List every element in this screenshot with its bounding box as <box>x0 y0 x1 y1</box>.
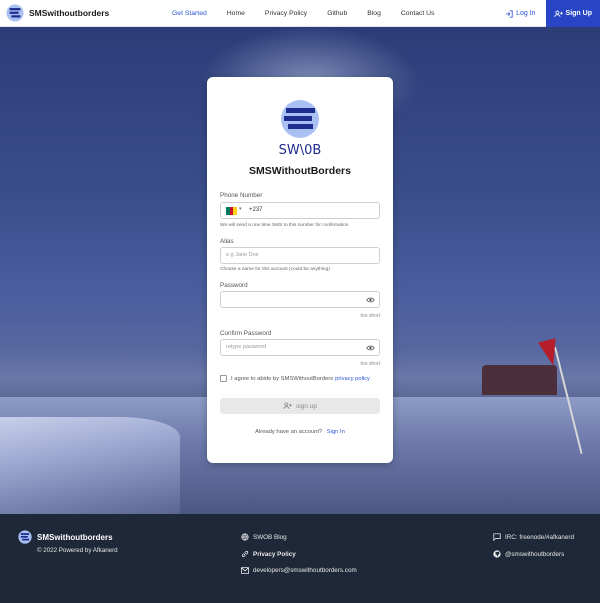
swob-logo-icon <box>6 4 24 22</box>
alias-helper: Choose a name for this account (could be… <box>220 267 330 272</box>
github-icon <box>493 550 501 558</box>
login-prompt-text: Already have an account? <box>255 429 323 435</box>
nav-links: Get Started Home Privacy Policy Github B… <box>172 10 454 17</box>
confirm-password-input[interactable]: retype password <box>220 339 380 356</box>
logo-text: SW\0B <box>279 143 322 156</box>
chat-icon <box>493 533 501 541</box>
login-button[interactable]: Log In <box>505 9 536 18</box>
brand-name: SMSwithoutborders <box>29 8 110 18</box>
footer-link-irc-label: IRC: freenode/#afkanerd <box>505 533 574 541</box>
footer-link-email-label: developers@smswithoutborders.com <box>253 567 357 574</box>
login-icon <box>505 9 513 18</box>
footer-link-irc[interactable]: IRC: freenode/#afkanerd <box>493 533 574 541</box>
footer-link-email[interactable]: developers@smswithoutborders.com <box>241 567 357 574</box>
dial-code: +237 <box>249 207 263 213</box>
nav-link-home[interactable]: Home <box>227 10 245 17</box>
alias-placeholder: e.g Jane Doe <box>226 252 259 258</box>
signup-submit-label: sign up <box>296 402 317 410</box>
password-strength: too short <box>360 313 380 319</box>
nav-link-github[interactable]: Github <box>327 10 347 17</box>
phone-label: Phone Number <box>220 192 263 199</box>
signup-nav-label: Sign Up <box>565 10 592 17</box>
eye-icon[interactable] <box>366 344 375 352</box>
terms-row: I agree to abide by SMSWithoutBorders pr… <box>220 375 370 382</box>
login-prompt: Already have an account? Sign In <box>207 429 393 435</box>
footer-copyright: © 2022 Powered by Afkanerd <box>37 547 118 554</box>
confirm-password-placeholder: retype password <box>226 344 267 350</box>
add-user-icon <box>553 10 563 17</box>
country-dropdown-icon[interactable]: ▾ <box>239 206 242 212</box>
password-label: Password <box>220 282 248 289</box>
nav-link-blog[interactable]: Blog <box>367 10 381 17</box>
terms-checkbox[interactable] <box>220 375 227 382</box>
footer-link-privacy-label: Privacy Policy <box>253 550 296 558</box>
password-input[interactable] <box>220 291 380 308</box>
nav-link-get-started[interactable]: Get Started <box>172 10 207 17</box>
terms-text: I agree to abide by SMSWithoutBorders <box>231 375 334 382</box>
alias-input[interactable]: e.g Jane Doe <box>220 247 380 264</box>
top-navbar: SMSwithoutborders Get Started Home Priva… <box>0 0 600 27</box>
footer-link-blog[interactable]: SWOB Blog <box>241 533 287 541</box>
footer-link-blog-label: SWOB Blog <box>253 533 287 541</box>
swob-logo-icon <box>18 530 32 544</box>
swob-logo-icon: SW\0B <box>279 100 322 156</box>
signup-submit-button[interactable]: sign up <box>220 398 380 414</box>
cameroon-flag-icon[interactable] <box>226 207 238 215</box>
card-title: SMSWithoutBorders <box>249 165 351 177</box>
add-user-icon <box>283 402 293 410</box>
nav-actions: Log In Sign Up <box>505 0 600 27</box>
footer: SMSwithoutborders © 2022 Powered by Afka… <box>0 514 600 603</box>
nav-link-contact-us[interactable]: Contact Us <box>401 10 435 17</box>
signup-nav-button[interactable]: Sign Up <box>545 0 600 27</box>
background-hut <box>482 365 557 395</box>
confirm-password-strength: too short <box>360 361 380 367</box>
mail-icon <box>241 567 249 574</box>
phone-helper: We will send a one time SMS to this numb… <box>220 223 349 228</box>
footer-brand[interactable]: SMSwithoutborders <box>18 530 113 544</box>
eye-icon[interactable] <box>366 296 375 304</box>
signup-card: SW\0B SMSWithoutBorders Phone Number ▾ +… <box>207 77 393 463</box>
alias-label: Alias <box>220 238 234 245</box>
background-flag <box>538 338 562 368</box>
phone-input[interactable]: ▾ +237 <box>220 202 380 219</box>
confirm-password-label: Confirm Password <box>220 330 272 337</box>
background-snowbank <box>0 417 180 514</box>
login-label: Log In <box>516 10 536 17</box>
footer-link-github-label: @smswithoutborders <box>505 550 565 558</box>
globe-icon <box>241 533 249 541</box>
footer-brand-name: SMSwithoutborders <box>37 532 113 542</box>
privacy-policy-link[interactable]: privacy policy <box>335 376 370 382</box>
link-icon <box>241 550 249 558</box>
footer-link-github[interactable]: @smswithoutborders <box>493 550 564 558</box>
brand[interactable]: SMSwithoutborders <box>0 4 172 22</box>
nav-link-privacy-policy[interactable]: Privacy Policy <box>265 10 307 17</box>
footer-link-privacy[interactable]: Privacy Policy <box>241 550 296 558</box>
sign-in-link[interactable]: Sign In <box>327 429 345 435</box>
